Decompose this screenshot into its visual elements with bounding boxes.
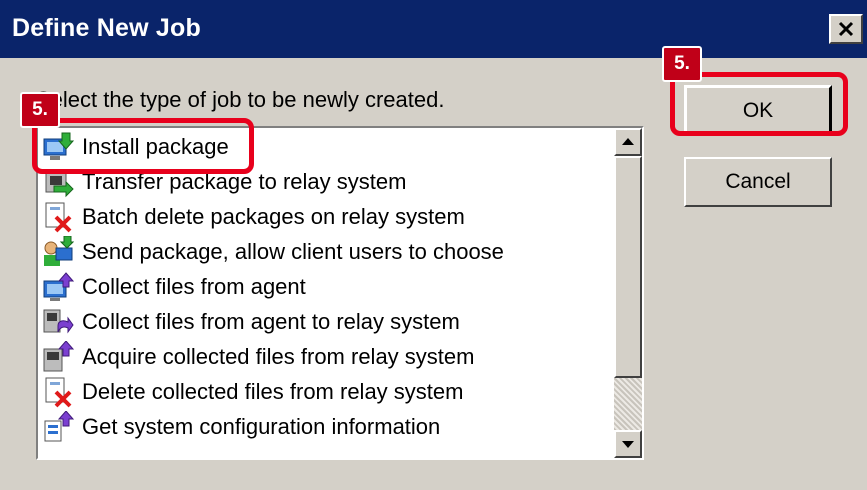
job-type-prompt: Select the type of job to be newly creat… xyxy=(36,87,445,112)
job-type-list[interactable]: Install package Transfer package to rela… xyxy=(36,126,644,460)
list-item-label: Get system configuration information xyxy=(82,414,441,439)
list-item-collect-files[interactable]: Collect files from agent xyxy=(42,270,306,304)
list-item-label: Acquire collected files from relay syste… xyxy=(82,344,475,369)
collect-files-icon xyxy=(43,272,74,301)
batch-delete-icon xyxy=(45,202,72,233)
scroll-up-button[interactable] xyxy=(614,128,642,156)
system-config-icon xyxy=(44,411,74,442)
send-package-icon xyxy=(44,236,74,266)
list-item-label: Install package xyxy=(82,134,229,159)
list-item-system-config[interactable]: Get system configuration information xyxy=(42,410,440,444)
list-item-label: Collect files from agent xyxy=(82,274,306,299)
cancel-button[interactable]: Cancel xyxy=(684,157,832,207)
list-item-transfer-package[interactable]: Transfer package to relay system xyxy=(42,165,406,199)
list-item-label: Delete collected files from relay system xyxy=(82,379,464,404)
list-item-label: Batch delete packages on relay system xyxy=(82,204,465,229)
arrow-down-icon xyxy=(622,441,634,448)
transfer-package-icon xyxy=(45,171,74,198)
close-button[interactable] xyxy=(829,14,863,44)
step-badge: 5. xyxy=(20,92,60,128)
ok-button[interactable]: OK xyxy=(684,85,832,135)
acquire-files-icon xyxy=(43,341,74,372)
vertical-scrollbar[interactable] xyxy=(614,128,642,458)
scroll-thumb[interactable] xyxy=(614,156,642,378)
scroll-down-button[interactable] xyxy=(614,430,642,458)
close-icon xyxy=(838,21,854,37)
list-item-label: Collect files from agent to relay system xyxy=(82,309,460,334)
collect-to-relay-icon xyxy=(43,309,74,334)
define-new-job-dialog: Define New Job Select the type of job to… xyxy=(0,0,867,490)
scroll-track[interactable] xyxy=(614,378,642,430)
list-item-send-package[interactable]: Send package, allow client users to choo… xyxy=(42,235,504,269)
list-item-delete-collected[interactable]: Delete collected files from relay system xyxy=(42,375,463,409)
window-title: Define New Job xyxy=(12,14,201,42)
list-item-install-package[interactable]: Install package xyxy=(42,130,229,164)
list-item-acquire-files[interactable]: Acquire collected files from relay syste… xyxy=(42,340,474,374)
step-badge: 5. xyxy=(662,46,702,82)
list-item-label: Send package, allow client users to choo… xyxy=(82,239,504,264)
title-bar[interactable]: Define New Job xyxy=(0,0,867,58)
list-item-collect-to-relay[interactable]: Collect files from agent to relay system xyxy=(42,305,460,339)
install-package-icon xyxy=(43,132,74,160)
list-item-label: Transfer package to relay system xyxy=(82,169,407,194)
list-item-batch-delete[interactable]: Batch delete packages on relay system xyxy=(42,200,465,234)
delete-collected-icon xyxy=(45,377,72,408)
arrow-up-icon xyxy=(622,138,634,145)
